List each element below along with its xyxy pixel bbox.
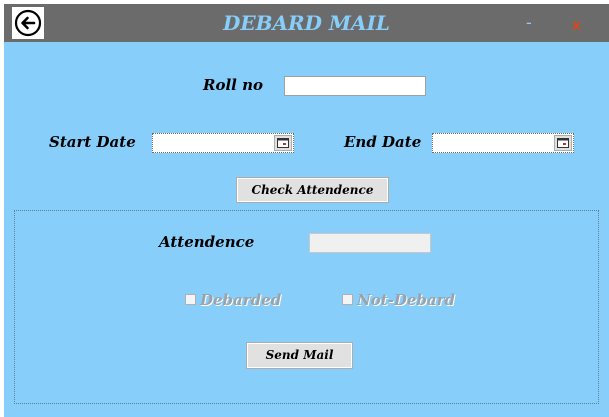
attendence-label: Attendence — [159, 233, 255, 251]
not-debarded-label: Not-Debard — [357, 291, 456, 309]
roll-no-label: Roll no — [203, 76, 263, 94]
end-date-input[interactable] — [433, 136, 551, 154]
window-title: DEBARD MAIL — [222, 11, 390, 35]
debarded-label: Debarded — [200, 291, 282, 309]
end-date-calendar-button[interactable] — [554, 135, 572, 151]
not-debarded-check-box[interactable] — [342, 294, 353, 305]
calendar-icon — [277, 138, 289, 148]
send-mail-button[interactable]: Send Mail — [246, 342, 353, 369]
start-date-label: Start Date — [49, 133, 136, 151]
minimize-button[interactable]: - — [526, 15, 532, 31]
result-group: Attendence Debarded Not-Debard Send Mail — [14, 210, 599, 404]
roll-no-input[interactable] — [285, 79, 425, 97]
debarded-check-box[interactable] — [185, 294, 196, 305]
start-date-input[interactable] — [153, 136, 271, 154]
roll-no-field[interactable] — [284, 76, 426, 97]
not-debarded-checkbox[interactable]: Not-Debard — [342, 291, 462, 309]
close-button[interactable]: x — [572, 17, 581, 33]
start-date-picker[interactable] — [152, 133, 294, 154]
end-date-label: End Date — [344, 133, 422, 151]
end-date-picker[interactable] — [432, 133, 574, 154]
debarded-checkbox[interactable]: Debarded — [185, 291, 295, 309]
attendence-field — [309, 233, 431, 253]
start-date-calendar-button[interactable] — [274, 135, 292, 151]
calendar-icon — [557, 138, 569, 148]
debard-mail-window: DEBARD MAIL - x Roll no Start Date End D… — [4, 4, 609, 417]
title-bar: DEBARD MAIL - x — [4, 4, 609, 42]
check-attendence-button[interactable]: Check Attendence — [236, 177, 389, 203]
